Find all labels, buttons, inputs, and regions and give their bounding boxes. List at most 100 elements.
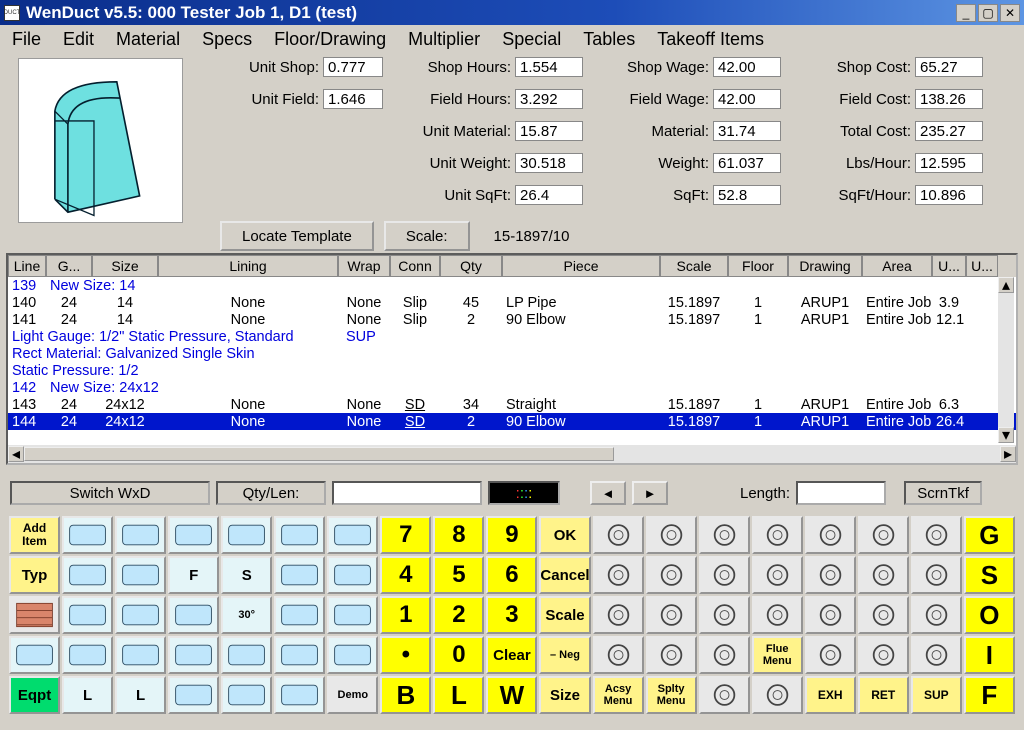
equipment-icon[interactable] <box>699 516 750 554</box>
numpad-1[interactable]: 1 <box>380 596 431 634</box>
mode-S[interactable]: S <box>964 556 1015 594</box>
header-area[interactable]: Area <box>862 255 932 277</box>
totalCost-input[interactable] <box>915 121 983 141</box>
unitField-input[interactable] <box>323 89 383 109</box>
unitMaterial-input[interactable] <box>515 121 583 141</box>
numpad-5[interactable]: 5 <box>433 556 484 594</box>
color-picker[interactable]: :::: <box>488 481 560 505</box>
fieldWage-input[interactable] <box>713 89 781 109</box>
header-g[interactable]: G... <box>46 255 92 277</box>
shape-button[interactable] <box>274 516 325 554</box>
unitWeight-input[interactable] <box>515 153 583 173</box>
menu-file[interactable]: File <box>12 29 41 50</box>
fieldCost-input[interactable] <box>915 89 983 109</box>
shape-button[interactable] <box>115 636 166 674</box>
qty-len-button[interactable]: Qty/Len: <box>216 481 326 505</box>
numpad-0[interactable]: 0 <box>433 636 484 674</box>
unitSqFt-input[interactable] <box>515 185 583 205</box>
header-floor[interactable]: Floor <box>728 255 788 277</box>
scroll-left-icon[interactable]: ◂ <box>8 446 24 462</box>
numpad-8[interactable]: 8 <box>433 516 484 554</box>
shape-button[interactable] <box>168 516 219 554</box>
numpad-9[interactable]: 9 <box>486 516 537 554</box>
shape-button[interactable] <box>274 596 325 634</box>
shopHours-input[interactable] <box>515 57 583 77</box>
shape-button[interactable] <box>168 636 219 674</box>
prev-button[interactable]: ◄ <box>590 481 626 505</box>
flue-menu[interactable]: Flue Menu <box>752 636 803 674</box>
mode-O[interactable]: O <box>964 596 1015 634</box>
shape-button[interactable] <box>274 636 325 674</box>
equipment-icon[interactable] <box>699 596 750 634</box>
menu-specs[interactable]: Specs <box>202 29 252 50</box>
table-row[interactable]: Static Pressure: 1/2 <box>8 362 1016 379</box>
equipment-icon[interactable] <box>593 596 644 634</box>
equipment-icon[interactable] <box>858 556 909 594</box>
demo-button[interactable]: Demo <box>327 676 378 714</box>
ret-button[interactable]: RET <box>858 676 909 714</box>
equipment-icon[interactable] <box>646 636 697 674</box>
equipment-icon[interactable] <box>646 516 697 554</box>
header-u[interactable]: U... <box>966 255 998 277</box>
equipment-icon[interactable] <box>805 636 856 674</box>
numpad-6[interactable]: 6 <box>486 556 537 594</box>
shape-button[interactable] <box>327 516 378 554</box>
neg-button[interactable]: – Neg <box>539 636 590 674</box>
equipment-icon[interactable] <box>805 596 856 634</box>
header-size[interactable]: Size <box>92 255 158 277</box>
header-wrap[interactable]: Wrap <box>338 255 390 277</box>
equipment-icon[interactable] <box>752 676 803 714</box>
locate-template-button[interactable]: Locate Template <box>220 221 374 251</box>
menu-tables[interactable]: Tables <box>583 29 635 50</box>
table-row[interactable]: Rect Material: Galvanized Single Skin <box>8 345 1016 362</box>
shape-button[interactable] <box>327 636 378 674</box>
equipment-icon[interactable] <box>911 596 962 634</box>
scale-button[interactable]: Scale: <box>384 221 470 251</box>
header-scale[interactable]: Scale <box>660 255 728 277</box>
equipment-icon[interactable] <box>593 556 644 594</box>
shape-button[interactable] <box>62 636 113 674</box>
shape-button[interactable] <box>115 596 166 634</box>
letter-S-button[interactable]: S <box>221 556 272 594</box>
equipment-icon[interactable] <box>858 516 909 554</box>
numpad-3[interactable]: 3 <box>486 596 537 634</box>
shape-button[interactable] <box>221 636 272 674</box>
header-lining[interactable]: Lining <box>158 255 338 277</box>
exh-button[interactable]: EXH <box>805 676 856 714</box>
equipment-icon[interactable] <box>593 516 644 554</box>
numpad-7[interactable]: 7 <box>380 516 431 554</box>
acsy-menu[interactable]: Acsy Menu <box>593 676 644 714</box>
letter-L-button[interactable]: L <box>115 676 166 714</box>
menu-multiplier[interactable]: Multiplier <box>408 29 480 50</box>
shape-button[interactable] <box>62 556 113 594</box>
switch-wxd-button[interactable]: Switch WxD <box>10 481 210 505</box>
close-button[interactable]: ✕ <box>1000 4 1020 22</box>
header-drawing[interactable]: Drawing <box>788 255 862 277</box>
header-line[interactable]: Line <box>8 255 46 277</box>
equipment-icon[interactable] <box>699 636 750 674</box>
equipment-icon[interactable] <box>752 596 803 634</box>
brick-button[interactable] <box>9 596 60 634</box>
weight-input[interactable] <box>713 153 781 173</box>
minimize-button[interactable]: _ <box>956 4 976 22</box>
header-piece[interactable]: Piece <box>502 255 660 277</box>
shape-button[interactable] <box>221 676 272 714</box>
shape-button[interactable] <box>168 676 219 714</box>
shape-button[interactable] <box>9 636 60 674</box>
table-row[interactable]: 142New Size: 24x12 <box>8 379 1016 396</box>
header-qty[interactable]: Qty <box>440 255 502 277</box>
menu-floordrawing[interactable]: Floor/Drawing <box>274 29 386 50</box>
letter-L-button[interactable]: L <box>62 676 113 714</box>
shape-button[interactable] <box>115 516 166 554</box>
ok-button[interactable]: OK <box>539 516 590 554</box>
equipment-icon[interactable] <box>752 556 803 594</box>
sqft-input[interactable] <box>713 185 781 205</box>
sqftHour-input[interactable] <box>915 185 983 205</box>
shape-button[interactable] <box>62 596 113 634</box>
shape-button[interactable] <box>62 516 113 554</box>
menu-edit[interactable]: Edit <box>63 29 94 50</box>
equipment-icon[interactable] <box>805 556 856 594</box>
scroll-right-icon[interactable]: ▸ <box>1000 446 1016 462</box>
unitShop-input[interactable] <box>323 57 383 77</box>
dim-L[interactable]: L <box>433 676 484 714</box>
